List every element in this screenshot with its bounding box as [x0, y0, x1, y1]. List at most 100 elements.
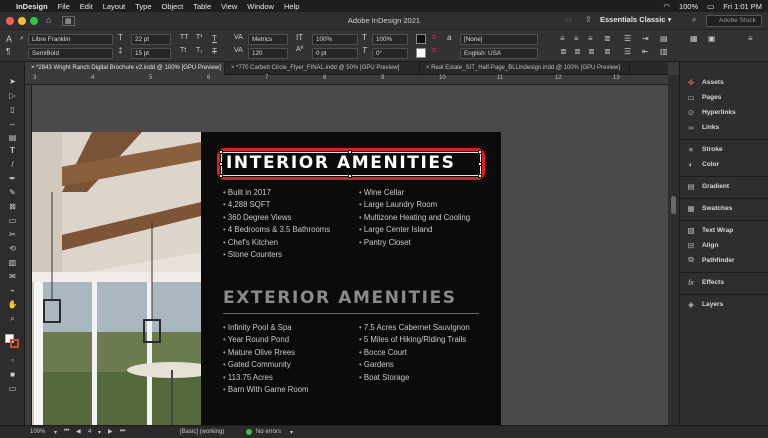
font-size-field[interactable]: 22 pt	[131, 34, 171, 45]
gradient-swatch-tool-icon[interactable]: ▥	[7, 257, 18, 268]
search-icon[interactable]: ⌕	[692, 15, 696, 25]
paragraph-formatting-icon[interactable]: ¶	[6, 47, 10, 56]
superscript-button[interactable]: T¹	[196, 34, 203, 41]
panel-effects[interactable]: fx Effects	[686, 276, 724, 288]
numbered-list-button[interactable]: ☰	[624, 47, 631, 56]
menu-object[interactable]: Object	[162, 2, 184, 11]
panel-swatches[interactable]: ▦ Swatches	[686, 202, 732, 214]
menu-file[interactable]: File	[58, 2, 70, 11]
tracking-field[interactable]: 120	[248, 48, 288, 59]
scrollbar-thumb[interactable]	[671, 196, 676, 214]
baseline-shift-field[interactable]: 0 pt	[312, 48, 358, 59]
tab-real-estate-half-page[interactable]: × Real Estate_SIT_Half-Page_BLLindesign.…	[420, 62, 630, 75]
share-icon[interactable]: ⇪	[585, 15, 592, 24]
master-status[interactable]: [Basic] (working)	[180, 429, 224, 435]
rectangle-tool-icon[interactable]: ▭	[7, 215, 18, 226]
font-style-field[interactable]: SemiBold	[28, 48, 113, 59]
workspace-switcher[interactable]: Essentials Classic ▾	[600, 15, 671, 24]
justify-left-button[interactable]: ≣	[560, 47, 567, 56]
zoom-level-field[interactable]: 100%	[30, 429, 45, 435]
stroke-none-icon[interactable]: ⧄	[432, 47, 436, 55]
panel-color[interactable]: ◐ Color	[686, 158, 719, 170]
panel-text-wrap[interactable]: ▧ Text Wrap	[686, 224, 733, 236]
pasteboard[interactable]: INTERIOR AMENITIES Built in 2017 4,288 S…	[32, 85, 668, 425]
interior-list-left[interactable]: Built in 2017 4,288 SQFT 360 Degree View…	[223, 187, 330, 261]
app-menu[interactable]: InDesign	[16, 2, 48, 11]
horizontal-scale-field[interactable]: 100%	[372, 34, 408, 45]
rectangle-frame-tool-icon[interactable]: ⊠	[7, 201, 18, 212]
apply-color-icon[interactable]: ■	[7, 369, 18, 380]
skew-field[interactable]: 0°	[372, 48, 408, 59]
wifi-icon[interactable]: ◠	[663, 2, 670, 11]
font-family-field[interactable]: Libre Franklin	[28, 34, 113, 45]
panel-links[interactable]: ∞ Links	[686, 121, 719, 133]
justify-center-button[interactable]: ≣	[574, 47, 581, 56]
adobe-stock-search-input[interactable]: Adobe Stock	[706, 15, 762, 27]
vertical-scale-field[interactable]: 100%	[312, 34, 358, 45]
align-left-button[interactable]: ≡	[560, 34, 565, 43]
content-collector-icon[interactable]: ▤	[7, 132, 18, 143]
interior-photo[interactable]	[32, 132, 201, 425]
strikethrough-button[interactable]: T	[212, 47, 217, 56]
panel-hyperlinks[interactable]: ⊙ Hyperlinks	[686, 106, 736, 118]
first-page-icon[interactable]: ⏮	[64, 428, 69, 435]
screen-mode-icon[interactable]: ▭	[7, 383, 18, 394]
direct-selection-tool-icon[interactable]: ▷	[7, 90, 18, 101]
panel-pathfinder[interactable]: ⧉ Pathfinder	[686, 254, 734, 266]
panel-align[interactable]: ⊟ Align	[686, 239, 719, 251]
grid-align-button[interactable]: ▤	[660, 34, 668, 43]
fill-none-icon[interactable]: ⧄	[432, 34, 436, 42]
column-button[interactable]: ▥	[660, 47, 668, 56]
zoom-tool-icon[interactable]: ⌕	[7, 313, 18, 324]
exterior-amenities-heading[interactable]: EXTERIOR AMENITIES	[223, 288, 457, 308]
formatting-affects-container-icon[interactable]: ▫	[7, 355, 18, 366]
preflight-errors[interactable]: No errors	[256, 429, 281, 435]
battery-icon[interactable]: ▭	[707, 2, 714, 11]
frame-handle[interactable]	[478, 174, 482, 178]
outdent-button[interactable]: ⇤	[642, 47, 649, 56]
frame-handle[interactable]	[478, 162, 482, 166]
span-columns-button[interactable]: ▦	[690, 34, 698, 43]
last-page-icon[interactable]: ⏭	[120, 428, 125, 435]
stroke-swatch[interactable]	[416, 48, 426, 58]
menu-type[interactable]: Type	[135, 2, 151, 11]
page-number-field[interactable]: 4	[88, 429, 91, 435]
interior-list-right[interactable]: Wine Cellar Large Laundry Room Multizone…	[359, 187, 470, 249]
indent-button[interactable]: ⇥	[642, 34, 649, 43]
pen-tool-icon[interactable]: ✒	[7, 173, 18, 184]
next-page-icon[interactable]: ▶	[108, 428, 113, 435]
fill-swatch[interactable]	[416, 34, 426, 44]
bulleted-list-button[interactable]: ☰	[624, 34, 631, 43]
page-tool-icon[interactable]: ▯	[7, 104, 18, 115]
frame-handle[interactable]	[219, 162, 223, 166]
panel-pages[interactable]: ▭ Pages	[686, 91, 721, 103]
preflight-dropdown-icon[interactable]: ▾	[290, 429, 293, 436]
character-style-field[interactable]: [None]	[460, 34, 538, 45]
menu-view[interactable]: View	[221, 2, 237, 11]
free-transform-tool-icon[interactable]: ⟲	[7, 243, 18, 254]
zoom-dropdown-icon[interactable]: ▾	[54, 429, 57, 436]
subscript-button[interactable]: T₁	[196, 47, 203, 54]
exterior-list-right[interactable]: 7.5 Acres Cabernet Sauvignon 5 Miles of …	[359, 322, 470, 384]
interior-amenities-heading[interactable]: INTERIOR AMENITIES	[226, 153, 455, 173]
previous-page-icon[interactable]: ◀	[76, 428, 81, 435]
frame-handle[interactable]	[348, 174, 352, 178]
leading-field[interactable]: 15 pt	[131, 48, 171, 59]
menu-window[interactable]: Window	[247, 2, 274, 11]
panel-menu-icon[interactable]: ≡	[748, 34, 753, 43]
stroke-color-icon[interactable]	[10, 339, 19, 348]
justify-all-button[interactable]: ≣	[604, 47, 611, 56]
menu-layout[interactable]: Layout	[103, 2, 126, 11]
language-field[interactable]: English: USA	[460, 48, 538, 59]
tab-wright-ranch-brochure[interactable]: × *2843 Wright Ranch Digital Brochure v2…	[25, 62, 225, 75]
panel-layers[interactable]: ◈ Layers	[686, 298, 723, 310]
panel-assets[interactable]: ✤ Assets	[686, 76, 724, 88]
hand-tool-icon[interactable]: ✋	[7, 299, 18, 310]
align-right-button[interactable]: ≡	[588, 34, 593, 43]
note-tool-icon[interactable]: ✉	[7, 271, 18, 282]
kerning-field[interactable]: Metrics	[248, 34, 288, 45]
frame-handle[interactable]	[478, 150, 482, 154]
menu-edit[interactable]: Edit	[80, 2, 93, 11]
small-caps-button[interactable]: Tt	[180, 47, 186, 54]
menu-help[interactable]: Help	[284, 2, 299, 11]
